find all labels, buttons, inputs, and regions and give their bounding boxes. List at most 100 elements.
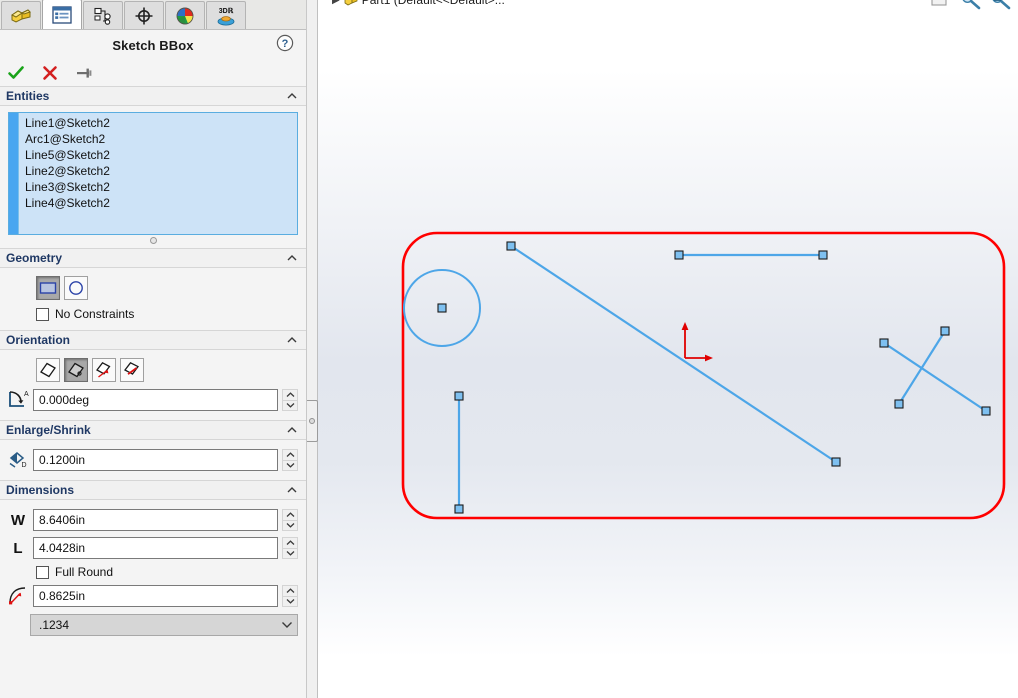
spin-down-button[interactable] [282,548,298,560]
sketch-point[interactable] [880,339,888,347]
precision-select[interactable]: .1234 [30,614,298,636]
entities-section-header[interactable]: Entities [0,86,306,106]
property-list-icon [51,5,73,25]
list-item[interactable]: Line1@Sketch2 [23,115,297,131]
orientation-arrow-button[interactable] [92,358,116,382]
rectangle-icon [39,281,57,295]
rectangle-bbox-button[interactable] [36,276,60,300]
circle-icon [67,280,85,296]
orientation-edge-button[interactable] [120,358,144,382]
length-input[interactable] [33,537,278,559]
chevron-down-icon [286,550,295,556]
feature-manager-tab[interactable] [1,1,41,29]
sketch-point[interactable] [675,251,683,259]
property-manager-header: Sketch BBox ? [0,30,306,60]
chevron-up-icon [286,90,298,102]
sketch-point[interactable] [438,304,446,312]
no-constraints-checkbox-row[interactable]: No Constraints [0,304,306,324]
sketch-point[interactable] [455,505,463,513]
spin-down-button[interactable] [282,520,298,532]
3dexperience-tab[interactable]: 3Dℝ [206,1,246,29]
ok-button[interactable] [6,63,26,83]
width-input[interactable] [33,509,278,531]
spin-up-button[interactable] [282,389,298,400]
corner-radius-spinner[interactable] [282,585,298,607]
sketch-point[interactable] [455,392,463,400]
bounding-box-rect[interactable] [403,233,1004,518]
configuration-manager-tab[interactable] [83,1,123,29]
spin-up-button[interactable] [282,449,298,460]
sketch-point[interactable] [941,327,949,335]
sketch-drawing[interactable] [318,0,1018,698]
spin-down-button[interactable] [282,596,298,608]
orientation-section-header[interactable]: Orientation [0,330,306,350]
angle-a-icon: A [6,389,30,411]
sketch-point[interactable] [832,458,840,466]
graphics-viewport[interactable]: ▶ Part1 (Default<<Default>... [318,0,1018,698]
diamond-shaded-icon [66,361,86,379]
list-item[interactable]: Line2@Sketch2 [23,163,297,179]
geometry-button-row [0,274,306,304]
diamond-red-edge-icon [122,361,142,379]
appearances-tab[interactable] [165,1,205,29]
sketch-entity-line4[interactable] [899,331,945,404]
pin-button[interactable] [74,63,94,83]
offset-distance-row: D [0,446,306,474]
sketch-entity-line1[interactable] [511,246,836,462]
precision-value: .1234 [39,618,281,632]
width-spinner[interactable] [282,509,298,531]
dimensions-section-header[interactable]: Dimensions [0,480,306,500]
length-spinner[interactable] [282,537,298,559]
corner-radius-row [0,582,306,610]
chevron-down-icon [286,598,295,604]
orientation-angle-spinner[interactable] [282,389,298,411]
origin-marker[interactable] [682,322,713,361]
orientation-angle-input[interactable] [33,389,278,411]
grip-dot-icon [309,418,315,424]
chevron-down-icon [286,462,295,468]
offset-distance-spinner[interactable] [282,449,298,471]
spin-up-button[interactable] [282,509,298,520]
spin-down-button[interactable] [282,460,298,472]
list-item[interactable]: Line3@Sketch2 [23,179,297,195]
spin-up-button[interactable] [282,585,298,596]
splitter-handle[interactable] [307,400,318,442]
circle-bbox-button[interactable] [64,276,88,300]
sketch-point[interactable] [982,407,990,415]
list-item[interactable]: Arc1@Sketch2 [23,131,297,147]
orientation-section-title: Orientation [6,333,286,347]
no-constraints-checkbox[interactable] [36,308,49,321]
cancel-button[interactable] [40,63,60,83]
property-manager-tab[interactable] [42,0,82,29]
orientation-aligned-button[interactable] [64,358,88,382]
entities-list[interactable]: Line1@Sketch2 Arc1@Sketch2 Line5@Sketch2… [18,113,297,234]
enlarge-shrink-section-header[interactable]: Enlarge/Shrink [0,420,306,440]
display-manager-tab[interactable] [124,1,164,29]
full-round-checkbox-row[interactable]: Full Round [0,562,306,582]
sketch-point[interactable] [819,251,827,259]
spin-up-button[interactable] [282,537,298,548]
chevron-up-icon [286,252,298,264]
corner-radius-input[interactable] [33,585,278,607]
chevron-up-icon [286,334,298,346]
orientation-free-button[interactable] [36,358,60,382]
chevron-down-icon [281,620,293,630]
solidworks-window: 3Dℝ Sketch BBox ? [0,0,1018,698]
chevron-up-icon [286,424,298,436]
offset-distance-input[interactable] [33,449,278,471]
spin-down-button[interactable] [282,400,298,412]
entities-resize-grip[interactable] [8,235,298,246]
full-round-checkbox[interactable] [36,566,49,579]
entities-selection-accent [9,113,18,234]
chevron-up-icon [286,512,295,518]
panel-splitter[interactable] [307,0,318,698]
help-icon[interactable]: ? [276,34,294,52]
chevron-up-icon [286,484,298,496]
chevron-up-icon [286,540,295,546]
sketch-point[interactable] [895,400,903,408]
list-item[interactable]: Line4@Sketch2 [23,195,297,211]
sketch-point[interactable] [507,242,515,250]
entities-listbox[interactable]: Line1@Sketch2 Arc1@Sketch2 Line5@Sketch2… [8,112,298,235]
list-item[interactable]: Line5@Sketch2 [23,147,297,163]
geometry-section-header[interactable]: Geometry [0,248,306,268]
